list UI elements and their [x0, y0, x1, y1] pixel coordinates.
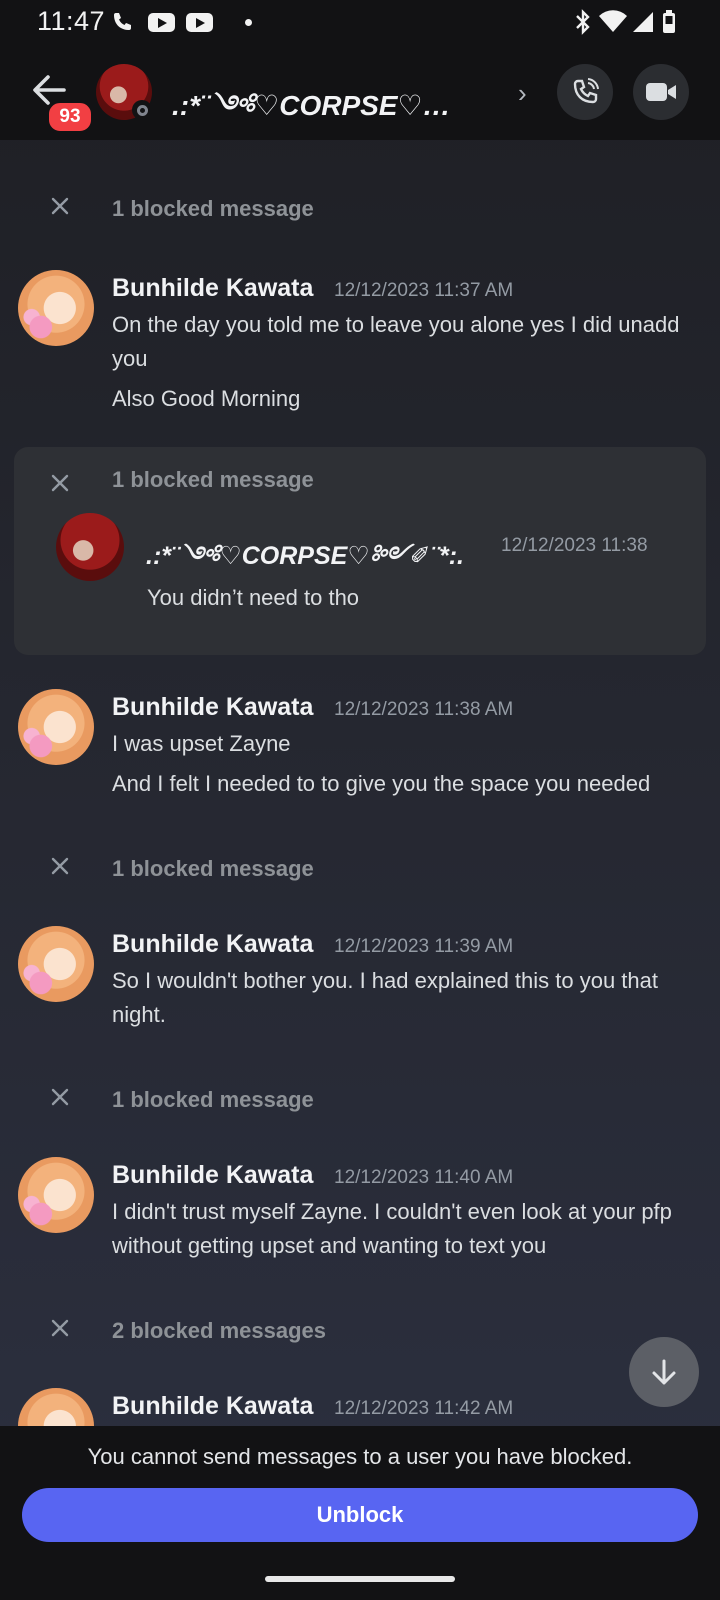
- home-indicator[interactable]: [265, 1576, 455, 1582]
- message-text: without getting upset and wanting to tex…: [112, 1233, 547, 1258]
- blocked-message-row[interactable]: 1 blocked message: [0, 850, 720, 890]
- voice-call-button[interactable]: [557, 64, 613, 120]
- message-text: I was upset Zayne: [112, 731, 291, 756]
- phone-icon: [110, 10, 134, 34]
- blocked-label[interactable]: 1 blocked message: [112, 1087, 314, 1113]
- dm-header: 93 .:*¨༺♡CORPSE♡… ›: [0, 44, 720, 140]
- message-text: You didn’t need to tho: [147, 585, 360, 610]
- bluetooth-icon: [574, 9, 592, 35]
- presence-indicator: [132, 100, 152, 120]
- message-author[interactable]: Bunhilde Kawata: [112, 1161, 313, 1190]
- avatar[interactable]: [18, 1388, 94, 1426]
- youtube-icon: [186, 10, 213, 34]
- avatar[interactable]: [18, 1157, 94, 1233]
- video-camera-icon: [646, 83, 676, 101]
- battery-icon: [662, 10, 676, 34]
- blocked-footer: You cannot send messages to a user you h…: [0, 1426, 720, 1600]
- chevron-right-icon[interactable]: ›: [518, 78, 527, 109]
- blocked-label[interactable]: 1 blocked message: [112, 856, 314, 882]
- message-text: night.: [112, 1002, 166, 1027]
- blocked-notice: You cannot send messages to a user you h…: [87, 1444, 633, 1469]
- message-text: Also Good Morning: [112, 386, 301, 411]
- blocked-message-row[interactable]: 2 blocked messages: [0, 1312, 720, 1352]
- message-timestamp: 12/12/2023 11:38: [501, 535, 648, 556]
- close-icon[interactable]: [48, 1085, 72, 1109]
- message-timestamp: 12/12/2023 11:37 AM: [334, 280, 514, 301]
- unblock-button[interactable]: Unblock: [22, 1488, 698, 1542]
- message-author[interactable]: Bunhilde Kawata: [112, 274, 313, 303]
- message-text: On the day you told me to leave you alon…: [112, 312, 680, 337]
- youtube-icon: [148, 10, 175, 34]
- status-bar: 11:47: [0, 0, 720, 44]
- message-author[interactable]: Bunhilde Kawata: [112, 930, 313, 959]
- message-timestamp: 12/12/2023 11:42 AM: [334, 1398, 514, 1419]
- avatar[interactable]: [18, 270, 94, 346]
- close-icon[interactable]: [48, 471, 72, 495]
- phone-call-icon: [573, 78, 599, 104]
- notification-dot: [245, 10, 252, 34]
- blocked-label[interactable]: 1 blocked message: [112, 196, 314, 222]
- blocked-label[interactable]: 2 blocked messages: [112, 1318, 326, 1344]
- message-author[interactable]: Bunhilde Kawata: [112, 693, 313, 722]
- channel-title[interactable]: .:*¨༺♡CORPSE♡…: [172, 74, 492, 153]
- unread-badge: 93: [46, 100, 94, 134]
- message-author[interactable]: Bunhilde Kawata: [112, 1392, 313, 1421]
- message-timestamp: 12/12/2023 11:38 AM: [334, 699, 514, 720]
- jump-to-present-button[interactable]: [629, 1337, 699, 1407]
- avatar[interactable]: [18, 926, 94, 1002]
- blocked-message-row[interactable]: 1 blocked message: [0, 1081, 720, 1121]
- message-text: And I felt I needed to to give you the s…: [112, 771, 651, 796]
- arrow-down-icon: [652, 1359, 676, 1385]
- avatar[interactable]: [18, 689, 94, 765]
- video-call-button[interactable]: [633, 64, 689, 120]
- blocked-label[interactable]: 1 blocked message: [112, 467, 314, 493]
- wifi-icon: [598, 10, 628, 34]
- avatar[interactable]: [56, 513, 124, 581]
- close-icon[interactable]: [48, 1316, 72, 1340]
- cell-signal-icon: [632, 10, 654, 34]
- revealed-blocked-message: 1 blocked message .:*¨༺♡CORPSE♡༻✐¨*:. 12…: [14, 447, 706, 655]
- blocked-message-row[interactable]: 1 blocked message: [0, 190, 720, 230]
- close-icon[interactable]: [48, 854, 72, 878]
- message-text: you: [112, 346, 148, 371]
- message-group: Bunhilde Kawata 12/12/2023 11:42 AM: [0, 1388, 720, 1426]
- status-time: 11:47: [37, 6, 106, 36]
- message-text: So I wouldn't bother you. I had explaine…: [112, 968, 659, 993]
- message-text: I didn't trust myself Zayne. I couldn't …: [112, 1199, 672, 1224]
- message-timestamp: 12/12/2023 11:39 AM: [334, 936, 514, 957]
- message-timestamp: 12/12/2023 11:40 AM: [334, 1167, 514, 1188]
- close-icon[interactable]: [48, 194, 72, 218]
